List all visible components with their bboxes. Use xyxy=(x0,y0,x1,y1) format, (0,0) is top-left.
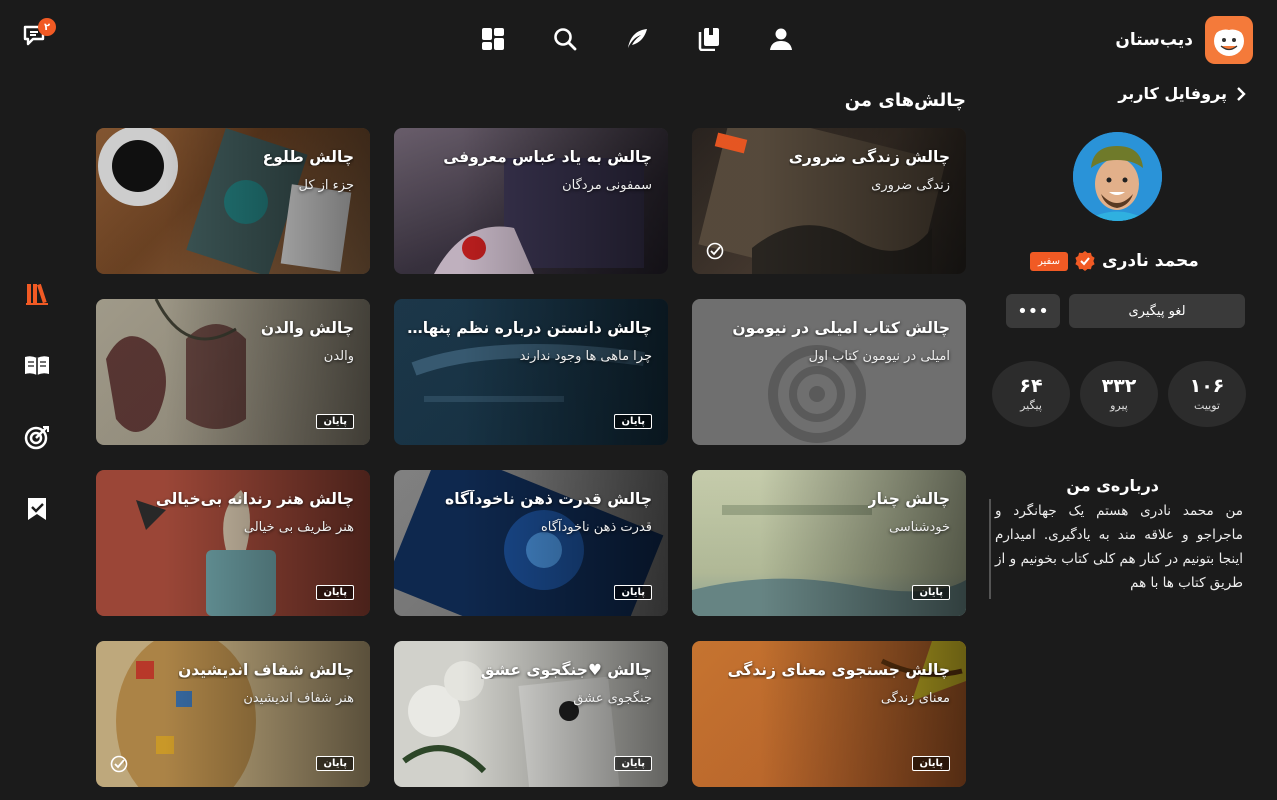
stat-value: ۱۰۶ xyxy=(1189,375,1225,398)
avatar[interactable] xyxy=(1073,132,1162,221)
stat-label: پیرو xyxy=(1110,398,1128,412)
card-title: چالش شفاف اندیشیدن xyxy=(178,661,354,679)
card-subtitle: امیلی در نیومون کتاب اول xyxy=(808,349,950,364)
profile-back-button[interactable]: پروفایل کاربر xyxy=(1118,84,1247,103)
card-subtitle: هنر ظریف بی خیالی xyxy=(243,520,354,535)
bookmark-check-icon xyxy=(28,498,46,520)
user-stats: ۶۴ پیگیر ۳۳۲ پیرو ۱۰۶ توییت xyxy=(992,361,1246,427)
card-subtitle: جزء از کل xyxy=(298,178,354,193)
card-title: چالش ♥جنگجوی عشق xyxy=(480,661,652,679)
challenge-card[interactable]: چالش جستجوی معنای زندگی معنای زندگی پایا… xyxy=(692,641,966,787)
verified-icon xyxy=(1075,251,1095,271)
card-subtitle: معنای زندگی xyxy=(880,691,950,706)
challenge-card[interactable]: چالش شفاف اندیشیدن هنر شفاف اندیشیدن پای… xyxy=(96,641,370,787)
about-text: من محمد نادری هستم یک جهانگرد و ماجراجو … xyxy=(989,499,1243,599)
card-subtitle: والدن xyxy=(323,349,354,364)
rail-item-saved[interactable] xyxy=(22,494,52,524)
stat-value: ۶۴ xyxy=(1019,375,1043,398)
completed-check-icon xyxy=(706,242,724,260)
chevron-right-icon xyxy=(1237,86,1246,101)
card-title: چالش طلوع xyxy=(262,148,354,166)
card-title: چالش کتاب امیلی در نیومون xyxy=(732,319,950,337)
challenge-card[interactable]: چالش والدن والدن پایان xyxy=(96,299,370,445)
finished-tag: پایان xyxy=(316,585,354,600)
card-subtitle: زندگی ضروری xyxy=(871,178,950,193)
challenge-card[interactable]: چالش ♥جنگجوی عشق جنگجوی عشق پایان xyxy=(394,641,668,787)
finished-tag: پایان xyxy=(614,585,652,600)
user-name: محمد نادری xyxy=(1101,251,1199,271)
completed-check-icon xyxy=(110,755,128,773)
books-icon xyxy=(26,283,48,305)
challenge-card[interactable]: چالش زندگی ضروری زندگی ضروری xyxy=(692,128,966,274)
library-icon[interactable] xyxy=(696,26,722,52)
finished-tag: پایان xyxy=(614,414,652,429)
challenge-card[interactable]: چالش قدرت ذهن ناخودآگاه قدرت ذهن ناخودآگ… xyxy=(394,470,668,616)
card-subtitle: خودشناسی xyxy=(888,520,950,535)
brand[interactable]: دیب‌ستان xyxy=(1115,16,1253,64)
messages-button[interactable]: ۲ xyxy=(22,18,56,54)
card-subtitle: چرا ماهی ها وجود ندارند xyxy=(519,349,652,364)
user-name-row: سفیر محمد نادری xyxy=(1030,248,1205,274)
stat-following[interactable]: ۳۳۲ پیرو xyxy=(1080,361,1158,427)
card-title: چالش هنر رندانه بی‌خیالی xyxy=(155,490,354,508)
ambassador-badge: سفیر xyxy=(1030,251,1068,271)
card-title: چالش جستجوی معنای زندگی xyxy=(727,661,950,679)
card-subtitle: قدرت ذهن ناخودآگاه xyxy=(540,520,652,535)
stat-tweets[interactable]: ۱۰۶ توییت xyxy=(1168,361,1246,427)
unfollow-button[interactable]: لغو پیگیری xyxy=(1069,294,1245,328)
user-icon[interactable] xyxy=(768,26,794,52)
open-book-icon xyxy=(25,356,49,375)
profile-title: پروفایل کاربر xyxy=(1118,84,1227,103)
challenge-card[interactable]: چالش به یاد عباس معروفی سمفونی مردگان xyxy=(394,128,668,274)
more-options-button[interactable]: ••• xyxy=(1006,294,1060,328)
card-subtitle: هنر شفاف اندیشیدن xyxy=(243,691,354,706)
stat-label: پیگیر xyxy=(1020,398,1042,412)
card-title: چالش دانستن درباره نظم پنهان... xyxy=(402,319,652,337)
about-title: درباره‌ی من xyxy=(1066,476,1159,495)
card-title: چالش قدرت ذهن ناخودآگاه xyxy=(445,490,652,508)
finished-tag: پایان xyxy=(614,756,652,771)
brand-logo xyxy=(1205,16,1253,64)
finished-tag: پایان xyxy=(316,414,354,429)
finished-tag: پایان xyxy=(912,585,950,600)
card-title: چالش به یاد عباس معروفی xyxy=(443,148,652,166)
card-subtitle: سمفونی مردگان xyxy=(562,178,652,193)
stat-followers[interactable]: ۶۴ پیگیر xyxy=(992,361,1070,427)
section-title: چالش‌های من xyxy=(844,90,966,111)
card-title: چالش زندگی ضروری xyxy=(788,148,950,166)
card-subtitle: جنگجوی عشق xyxy=(573,691,652,706)
quill-icon[interactable] xyxy=(624,26,650,52)
challenge-card[interactable]: چالش چنار خودشناسی پایان xyxy=(692,470,966,616)
brand-name: دیب‌ستان xyxy=(1115,30,1193,50)
dashboard-icon[interactable] xyxy=(480,26,506,52)
rail-item-goals[interactable] xyxy=(22,422,52,452)
challenge-card[interactable]: چالش دانستن درباره نظم پنهان... چرا ماهی… xyxy=(394,299,668,445)
target-icon xyxy=(24,426,49,450)
notification-badge: ۲ xyxy=(38,18,56,36)
card-title: چالش والدن xyxy=(260,319,354,337)
avatar-image xyxy=(1073,132,1162,221)
app: ۲ دیب‌ستان xyxy=(0,0,1277,800)
stat-label: توییت xyxy=(1194,398,1220,412)
challenge-grid: چالش طلوع جزء از کل چالش به یاد عباس معر… xyxy=(96,128,966,787)
search-icon[interactable] xyxy=(552,26,578,52)
side-rail xyxy=(20,278,54,524)
rail-item-books[interactable] xyxy=(22,278,52,308)
stat-value: ۳۳۲ xyxy=(1101,375,1137,398)
challenge-card[interactable]: چالش طلوع جزء از کل xyxy=(96,128,370,274)
rail-item-reading[interactable] xyxy=(22,350,52,380)
challenge-card[interactable]: چالش هنر رندانه بی‌خیالی هنر ظریف بی خیا… xyxy=(96,470,370,616)
top-bar: ۲ دیب‌ستان xyxy=(0,0,1277,80)
finished-tag: پایان xyxy=(316,756,354,771)
challenge-card[interactable]: چالش کتاب امیلی در نیومون امیلی در نیومو… xyxy=(692,299,966,445)
card-title: چالش چنار xyxy=(867,490,950,508)
main-nav xyxy=(480,24,794,54)
finished-tag: پایان xyxy=(912,756,950,771)
